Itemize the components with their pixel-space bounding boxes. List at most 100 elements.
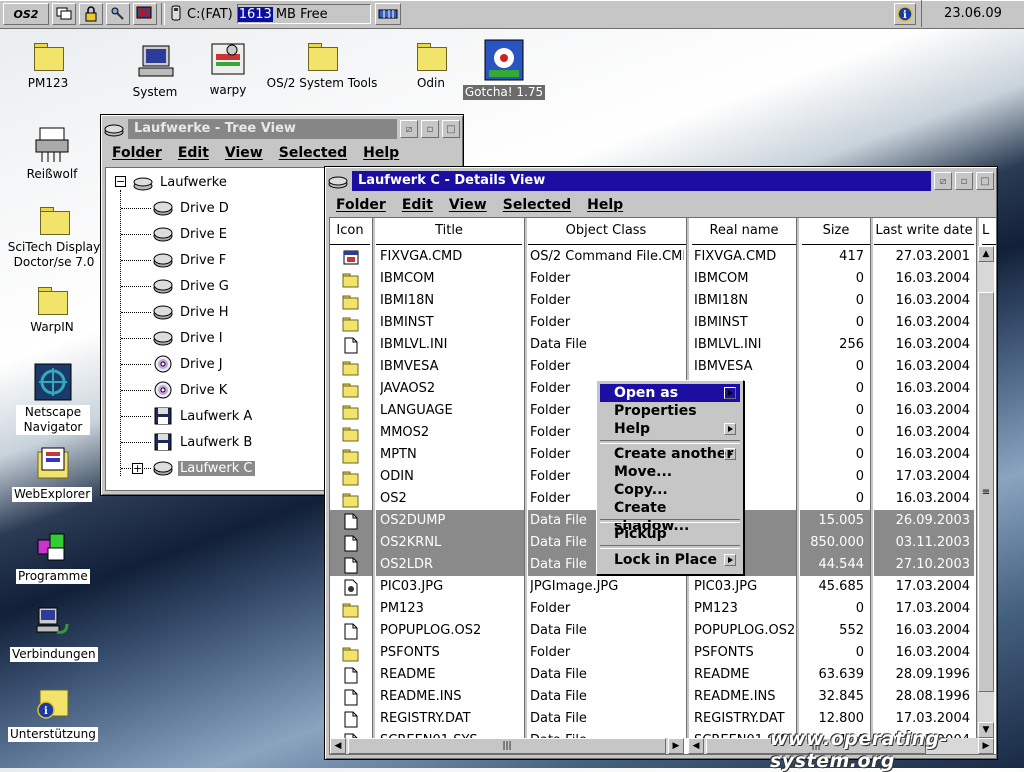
column-header-truncated[interactable]: L: [982, 218, 996, 245]
desktop-icon-reisswolf[interactable]: Reißwolf: [12, 124, 92, 182]
menu-item-lock-in-place[interactable]: Lock in Place: [600, 551, 740, 569]
menu-folder[interactable]: Folder: [104, 145, 170, 161]
desktop-icon-netscape[interactable]: Netscape Navigator: [16, 362, 90, 435]
column-header-title[interactable]: Title: [376, 218, 522, 245]
table-row[interactable]: IBMLVL.INI Data File IBMLVL.INI 256 16.03.20…: [330, 334, 974, 356]
table-row[interactable]: POPUPLOG.OS2 Data File POPUPLOG.OS2 552 16.0…: [330, 620, 974, 642]
desktop-icon-warpy[interactable]: warpy: [200, 40, 256, 98]
tree-item[interactable]: Drive D: [152, 198, 231, 218]
details-view-titlebar[interactable]: Laufwerk C - Details View ⧄ ▫ □: [328, 170, 994, 192]
table-row[interactable]: README.INS Data File README.INS 32.845 28.08…: [330, 686, 974, 708]
menu-edit[interactable]: Edit: [170, 145, 217, 161]
column-header-size[interactable]: Size: [802, 218, 870, 245]
folder-icon: [342, 405, 359, 420]
menu-item-help[interactable]: Help: [600, 420, 740, 438]
info-icon[interactable]: i: [894, 3, 916, 25]
tree-item[interactable]: Drive J: [152, 354, 225, 374]
drives-icon[interactable]: [104, 120, 124, 138]
menu-edit[interactable]: Edit: [394, 197, 441, 213]
menu-help[interactable]: Help: [355, 145, 407, 161]
desktop-icon-os2-system-tools[interactable]: OS/2 System Tools: [264, 40, 380, 91]
desktop-icon-webexplorer[interactable]: WebExplorer: [12, 444, 93, 502]
scroll-left-button[interactable]: ◀: [330, 738, 346, 754]
hide-button[interactable]: ⧄: [934, 172, 952, 190]
menu-item-properties[interactable]: Properties: [600, 402, 740, 420]
expand-toggle[interactable]: +: [132, 463, 143, 474]
lock-icon[interactable]: [79, 3, 103, 25]
table-row[interactable]: PIC03.JPG JPGImage.JPG PIC03.JPG 45.685 17.0…: [330, 576, 974, 598]
webexplorer-icon: [37, 447, 69, 479]
menu-selected[interactable]: Selected: [495, 197, 579, 213]
tree-item[interactable]: Drive G: [152, 276, 231, 296]
cmd-icon: [343, 250, 359, 265]
table-row[interactable]: IBMCOM Folder IBMCOM 0 16.03.2004: [330, 268, 974, 290]
menu-item-open-as[interactable]: Open as: [600, 384, 740, 402]
menu-item-create-shadow[interactable]: Create shadow...: [600, 499, 740, 534]
column-separator[interactable]: [796, 218, 800, 738]
column-separator[interactable]: [870, 218, 874, 738]
restore-button[interactable]: ▫: [955, 172, 973, 190]
horizontal-scrollbar-left[interactable]: ◀ ||| ▶: [330, 738, 684, 754]
desktop-icon-system[interactable]: System: [122, 42, 188, 100]
vertical-scrollbar[interactable]: ▲ ≡ ▼: [978, 246, 994, 738]
tree-item[interactable]: Drive F: [152, 250, 228, 270]
column-header-last-write-date[interactable]: Last write date: [874, 218, 974, 245]
tree-item[interactable]: Laufwerk B: [152, 432, 254, 452]
tree-root-laufwerke[interactable]: Laufwerke: [132, 172, 229, 192]
desktop-icon-verbindungen[interactable]: Verbindungen: [10, 604, 98, 662]
tree-item[interactable]: Drive I: [152, 328, 225, 348]
hide-button[interactable]: ⧄: [400, 120, 418, 138]
table-row[interactable]: IBMI18N Folder IBMI18N 0 16.03.2004: [330, 290, 974, 312]
table-row[interactable]: PM123 Folder PM123 0 17.03.2004: [330, 598, 974, 620]
menu-folder[interactable]: Folder: [328, 197, 394, 213]
column-separator[interactable]: [372, 218, 376, 738]
scroll-left-button[interactable]: ◀: [688, 738, 704, 754]
table-row[interactable]: IBMINST Folder IBMINST 0 16.03.2004: [330, 312, 974, 334]
desktop-icon-warpin[interactable]: WarpIN: [22, 284, 82, 335]
desktop-icon-pm123[interactable]: PM123: [18, 40, 78, 91]
drive-icon[interactable]: [328, 172, 348, 190]
menu-item-pickup[interactable]: Pickup: [600, 525, 740, 543]
maximize-button[interactable]: □: [442, 120, 460, 138]
menu-item-create-another[interactable]: Create another: [600, 445, 740, 463]
column-header-icon[interactable]: Icon: [330, 218, 370, 245]
scroll-thumb-horizontal[interactable]: |||: [348, 738, 666, 754]
tree-item[interactable]: Laufwerk A: [152, 406, 254, 426]
scroll-up-button[interactable]: ▲: [978, 246, 994, 262]
table-row[interactable]: README Data File README 63.639 28.09.1996: [330, 664, 974, 686]
menu-item-move[interactable]: Move...: [600, 463, 740, 481]
desktop-icon-unterstuetzung[interactable]: i Unterstützung: [8, 684, 98, 742]
window-list-icon[interactable]: [52, 3, 76, 25]
column-separator[interactable]: [524, 218, 528, 738]
menu-view[interactable]: View: [217, 145, 271, 161]
tree-item[interactable]: Laufwerk C: [152, 458, 255, 478]
maximize-button[interactable]: □: [976, 172, 994, 190]
os2-logo-button[interactable]: OS2: [3, 3, 49, 25]
desktop-icon-scitech[interactable]: SciTech Display Doctor/se 7.0: [4, 204, 104, 270]
table-row[interactable]: FIXVGA.CMD OS/2 Command File.CMD FIXVGA.CM…: [330, 246, 974, 268]
table-row[interactable]: REGISTRY.DAT Data File REGISTRY.DAT 12.800 1…: [330, 708, 974, 730]
tree-item[interactable]: Drive K: [152, 380, 229, 400]
table-row[interactable]: PSFONTS Folder PSFONTS 0 16.03.2004: [330, 642, 974, 664]
column-header-object-class[interactable]: Object Class: [526, 218, 686, 245]
table-row[interactable]: IBMVESA Folder IBMVESA 0 16.03.2004: [330, 356, 974, 378]
desktop-icon-programme[interactable]: Programme: [16, 526, 90, 584]
tree-item[interactable]: Drive H: [152, 302, 231, 322]
menu-help[interactable]: Help: [579, 197, 631, 213]
desktop-icon-odin[interactable]: Odin: [404, 40, 458, 91]
shutdown-icon[interactable]: [133, 3, 157, 25]
desktop-icon-gotcha[interactable]: Gotcha! 1.75: [462, 38, 546, 100]
cell-title: IBMI18N: [380, 293, 435, 308]
menu-item-copy[interactable]: Copy...: [600, 481, 740, 499]
menu-view[interactable]: View: [441, 197, 495, 213]
collapse-toggle[interactable]: −: [115, 176, 126, 187]
restore-button[interactable]: ▫: [421, 120, 439, 138]
column-header-real-name[interactable]: Real name: [692, 218, 796, 245]
scroll-thumb[interactable]: ≡: [978, 292, 994, 692]
menu-selected[interactable]: Selected: [271, 145, 355, 161]
find-icon[interactable]: [106, 3, 130, 25]
memory-icon[interactable]: [374, 3, 401, 25]
tree-view-titlebar[interactable]: Laufwerke - Tree View ⧄ ▫ □: [104, 118, 460, 140]
scroll-right-button[interactable]: ▶: [668, 738, 684, 754]
tree-item[interactable]: Drive E: [152, 224, 229, 244]
